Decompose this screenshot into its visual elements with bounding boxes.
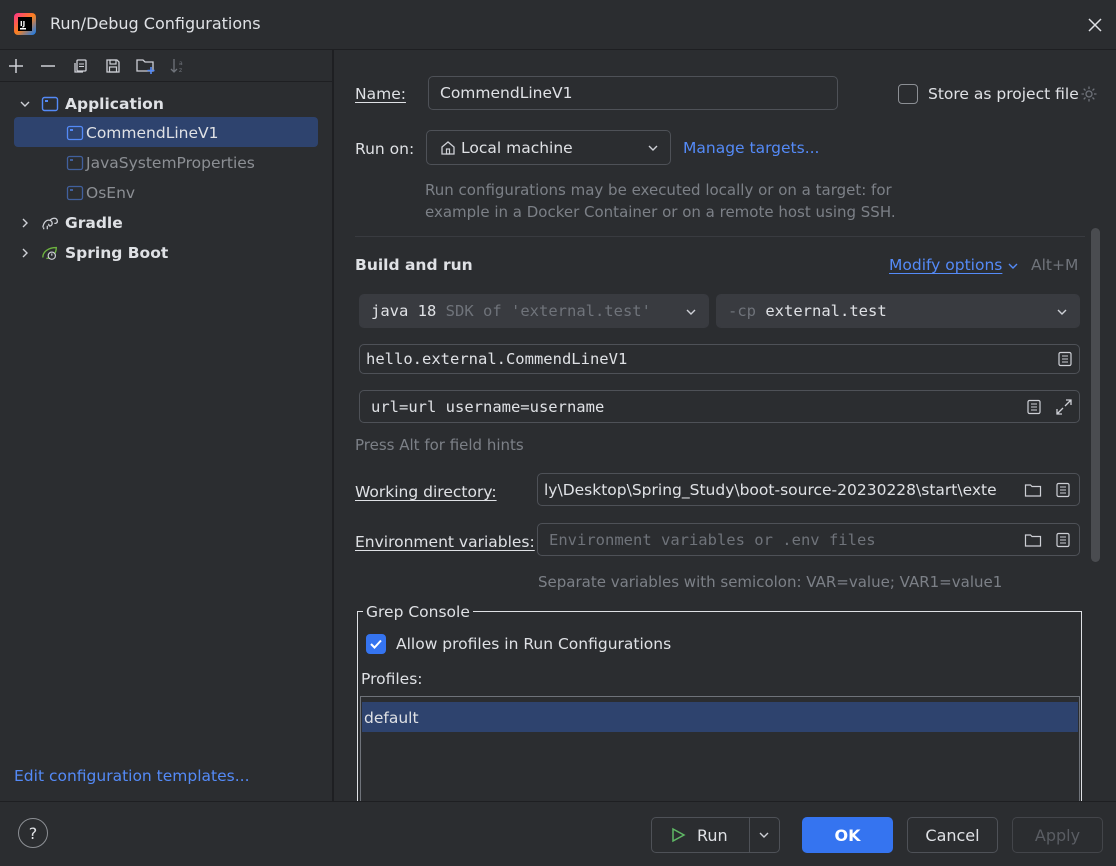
svg-text:a: a	[179, 60, 183, 67]
close-icon	[1088, 18, 1102, 32]
application-icon	[41, 96, 59, 112]
help-button[interactable]: ?	[18, 818, 48, 848]
document-icon[interactable]	[1057, 351, 1073, 367]
gradle-icon	[42, 217, 59, 230]
chevron-down-icon[interactable]	[18, 97, 32, 111]
intellij-logo-icon: IJ	[14, 13, 36, 35]
chevron-down-icon	[648, 145, 658, 151]
home-icon	[441, 141, 455, 155]
run-on-hint: example in a Docker Container or on a re…	[425, 203, 896, 221]
grep-console-title: Grep Console	[363, 603, 473, 621]
chevron-down-icon[interactable]	[758, 829, 770, 841]
save-icon[interactable]	[102, 55, 124, 77]
working-directory-label: Working directory:	[355, 483, 497, 501]
run-on-select[interactable]: Local machine	[426, 130, 671, 165]
dialog-button-bar: ? Run OK Cancel Apply	[0, 801, 1116, 866]
manage-targets-link[interactable]: Manage targets...	[683, 139, 819, 157]
tree-node-spring-boot[interactable]: Spring Boot	[0, 238, 333, 268]
title-bar: IJ Run/Debug Configurations	[0, 0, 1116, 50]
apply-button[interactable]: Apply	[1012, 817, 1103, 853]
environment-variables-hint: Separate variables with semicolon: VAR=v…	[538, 573, 1003, 591]
chevron-down-icon[interactable]	[1007, 260, 1019, 272]
document-icon[interactable]	[1055, 532, 1071, 548]
store-project-file-checkbox[interactable]	[898, 84, 918, 104]
remove-icon[interactable]	[37, 55, 59, 77]
main-class-input[interactable]: hello.external.CommendLineV1	[359, 344, 1080, 374]
environment-variables-label: Environment variables:	[355, 533, 535, 551]
build-and-run-heading: Build and run	[355, 256, 473, 274]
working-directory-value: ly\Desktop\Spring_Study\boot-source-2023…	[544, 481, 997, 499]
name-input[interactable]: CommendLineV1	[428, 76, 838, 110]
spring-boot-icon	[42, 246, 57, 260]
tree-item-commendlinev1[interactable]: CommendLineV1	[0, 118, 333, 148]
chevron-down-icon	[686, 309, 696, 315]
svg-text:IJ: IJ	[20, 20, 25, 28]
application-icon	[66, 185, 84, 201]
checkmark-icon	[370, 639, 382, 649]
add-icon[interactable]	[5, 55, 27, 77]
tree-label-spring-boot: Spring Boot	[65, 244, 169, 262]
run-button[interactable]: Run	[651, 817, 780, 853]
scrollbar[interactable]	[1091, 228, 1100, 562]
classpath-select[interactable]: -cp external.test	[716, 294, 1080, 328]
configuration-editor: Name: CommendLineV1 Store as project fil…	[334, 50, 1116, 801]
document-icon[interactable]	[1055, 482, 1071, 498]
sort-icon[interactable]: az	[168, 55, 190, 77]
list-item[interactable]: default	[362, 702, 1078, 732]
document-icon[interactable]	[1026, 399, 1042, 415]
modify-options-link[interactable]: Modify options	[889, 256, 1002, 274]
tree-item-label: CommendLineV1	[86, 124, 219, 142]
tree-node-application[interactable]: Application	[0, 89, 333, 119]
play-icon	[672, 827, 686, 843]
gear-icon[interactable]	[1080, 85, 1098, 103]
cancel-button[interactable]: Cancel	[907, 817, 998, 853]
tree-label-application: Application	[65, 95, 164, 113]
chevron-right-icon[interactable]	[18, 246, 32, 260]
folder-icon[interactable]	[1024, 532, 1042, 548]
divider	[749, 818, 750, 852]
expand-icon[interactable]	[1055, 398, 1073, 416]
allow-profiles-label: Allow profiles in Run Configurations	[396, 635, 672, 653]
ok-button[interactable]: OK	[802, 817, 893, 853]
close-button[interactable]	[1080, 10, 1110, 40]
working-directory-input[interactable]: ly\Desktop\Spring_Study\boot-source-2023…	[537, 473, 1080, 506]
run-on-label: Run on:	[355, 140, 415, 158]
program-arguments-input[interactable]: url=url username=username	[359, 390, 1080, 423]
modify-options-shortcut: Alt+M	[1031, 256, 1079, 274]
new-folder-icon[interactable]	[135, 55, 157, 77]
profiles-list[interactable]: default	[360, 696, 1080, 801]
run-on-hint: Run configurations may be executed local…	[425, 181, 892, 199]
tree-node-gradle[interactable]: Gradle	[0, 208, 333, 238]
chevron-down-icon	[1057, 309, 1067, 315]
divider	[355, 236, 1085, 237]
sidebar-toolbar: az	[0, 50, 333, 82]
profiles-label: Profiles:	[361, 670, 423, 688]
configurations-sidebar: az Application CommendLineV1 JavaSystemP…	[0, 50, 333, 801]
tree-label-gradle: Gradle	[65, 214, 123, 232]
tree-item-osenv[interactable]: OsEnv	[0, 178, 333, 208]
chevron-right-icon[interactable]	[18, 216, 32, 230]
environment-variables-input[interactable]: Environment variables or .env files	[537, 523, 1080, 556]
tree-item-javasystemproperties[interactable]: JavaSystemProperties	[0, 148, 333, 178]
store-project-file-label: Store as project file	[928, 85, 1079, 103]
edit-templates-link[interactable]: Edit configuration templates...	[14, 767, 250, 785]
window-title: Run/Debug Configurations	[50, 14, 261, 33]
application-icon	[66, 125, 84, 141]
folder-icon[interactable]	[1024, 482, 1042, 498]
allow-profiles-checkbox[interactable]	[366, 634, 386, 654]
sdk-select[interactable]: java 18 SDK of 'external.test'	[359, 294, 709, 328]
field-hints-text: Press Alt for field hints	[355, 436, 524, 454]
application-icon	[66, 155, 84, 171]
tree-item-label: JavaSystemProperties	[86, 154, 255, 172]
copy-icon[interactable]	[69, 55, 91, 77]
svg-text:z: z	[179, 67, 182, 74]
name-label: Name:	[355, 85, 406, 103]
tree-item-label: OsEnv	[86, 184, 136, 202]
